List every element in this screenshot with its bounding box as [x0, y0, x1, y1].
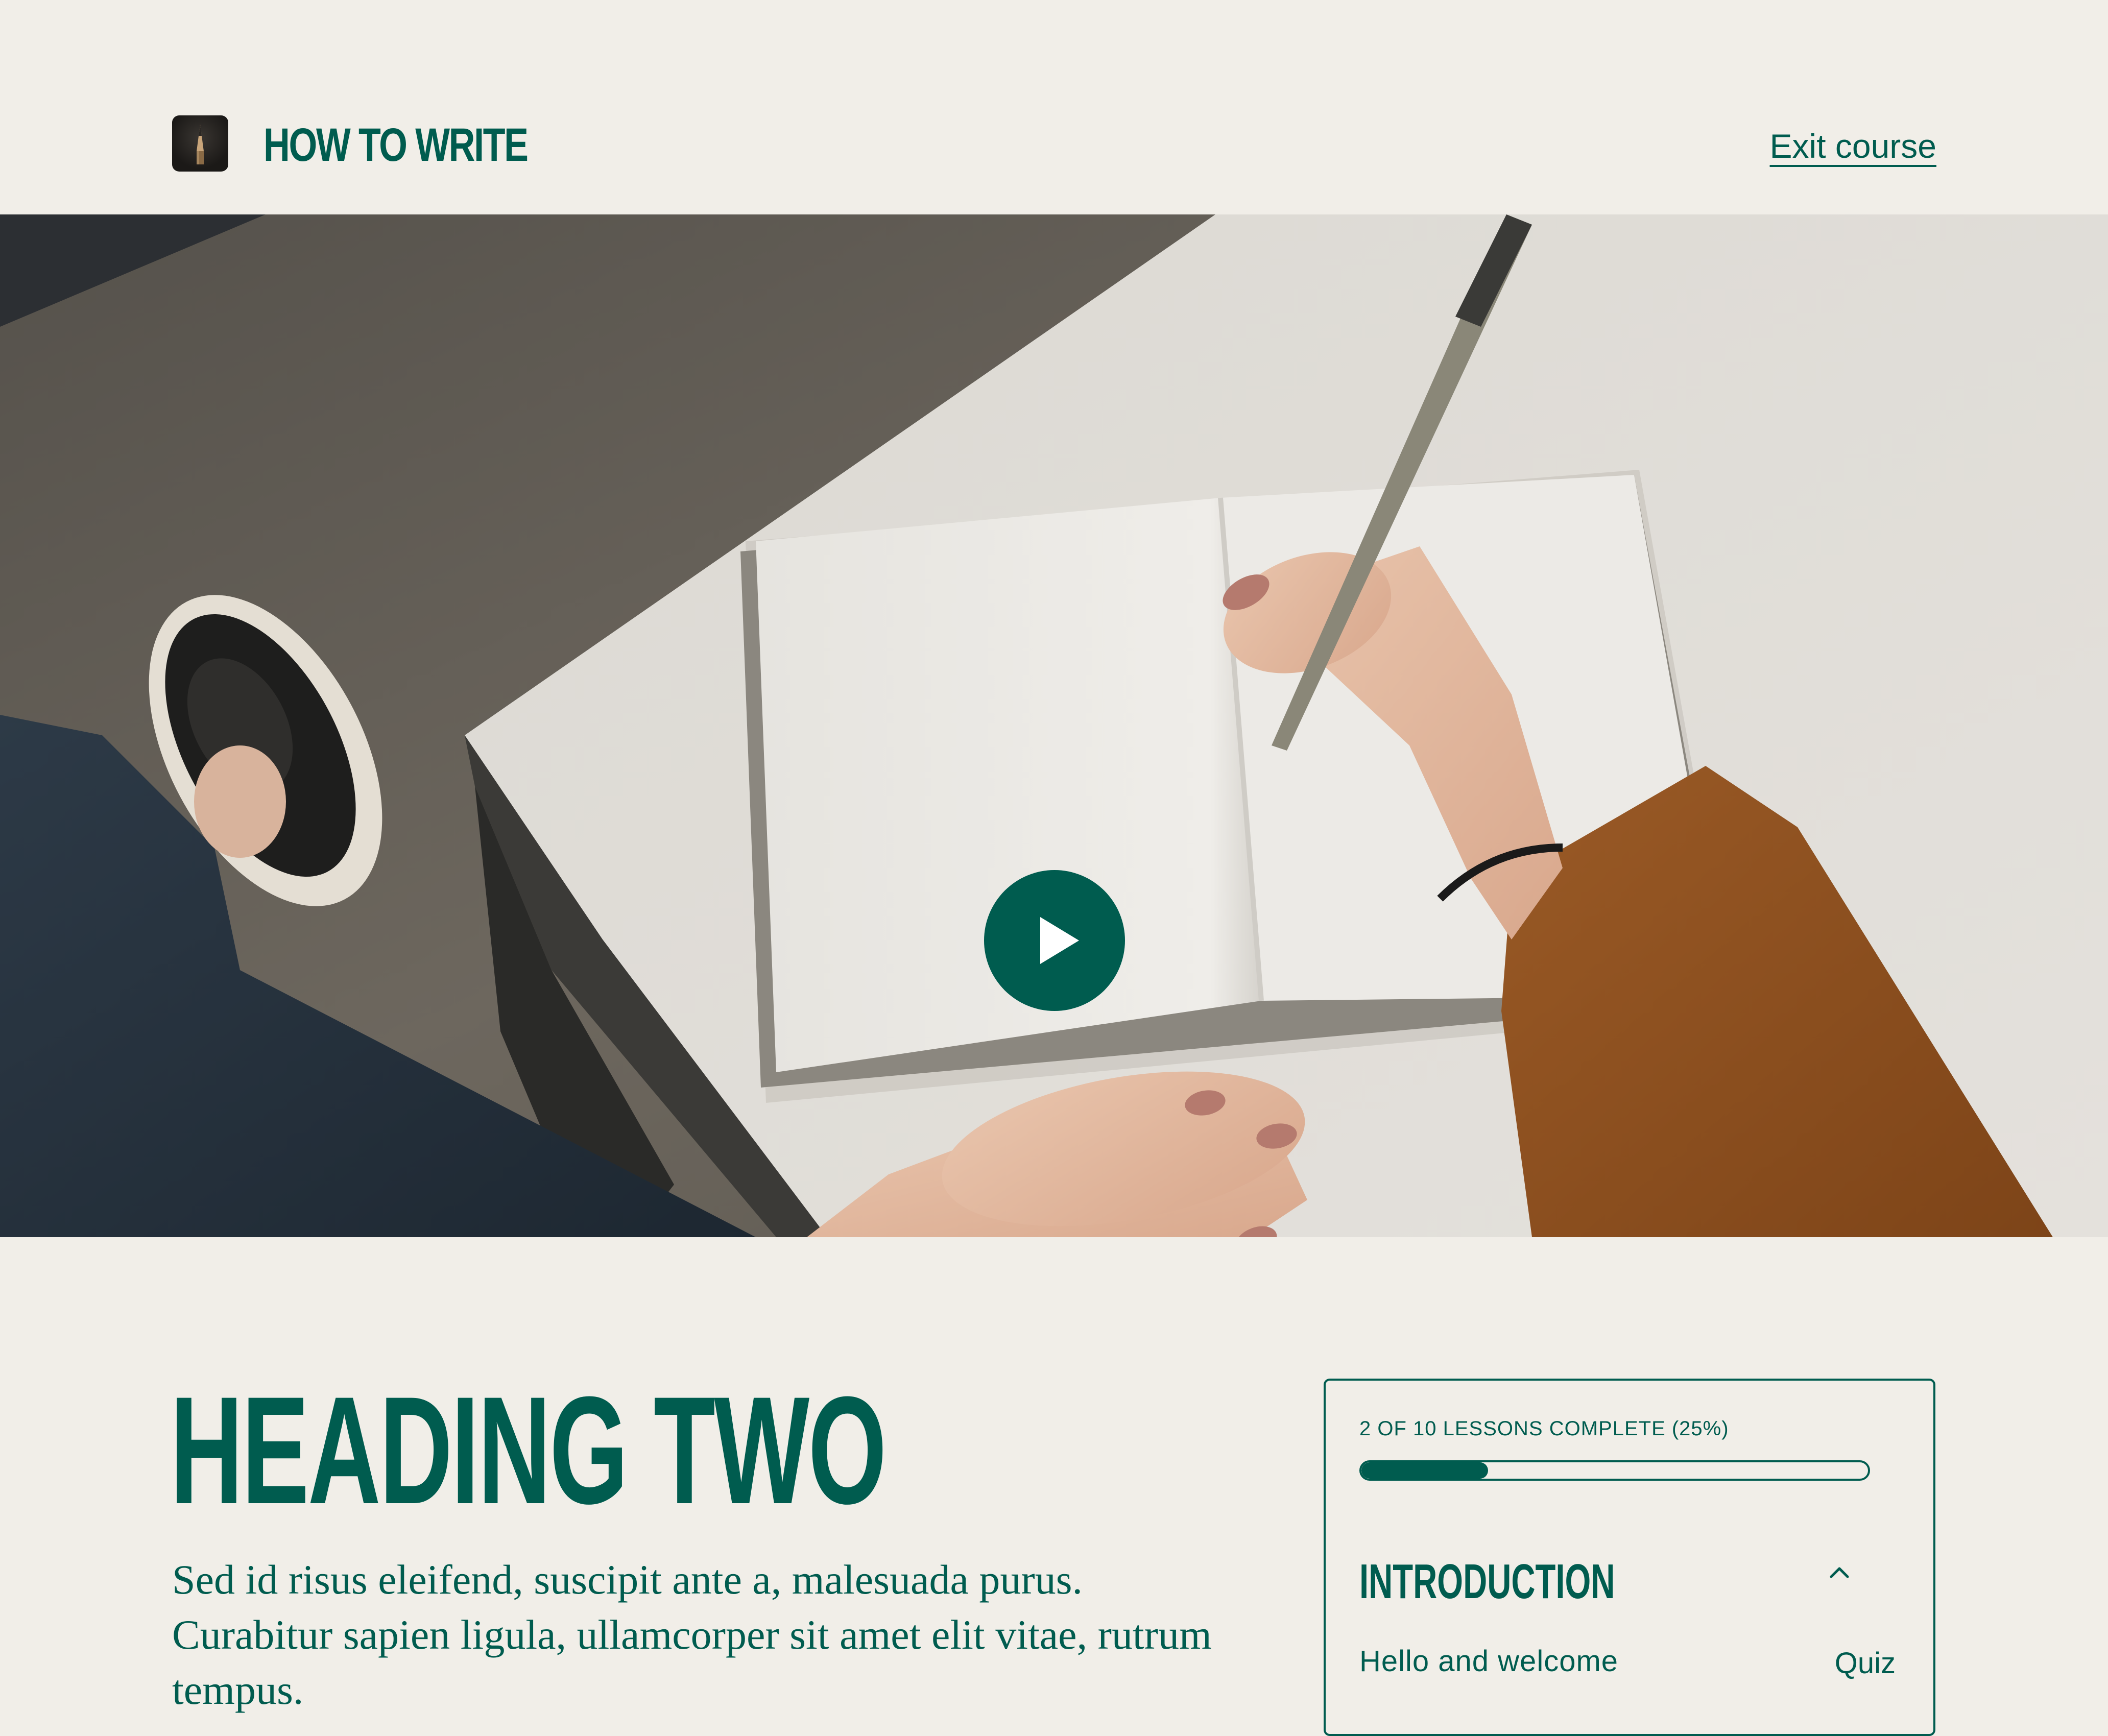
page-heading: HEADING TWO [170, 1364, 887, 1536]
exit-course-link[interactable]: Exit course [1770, 120, 1936, 172]
lesson-item[interactable]: Hello and welcome Quiz [1359, 1636, 1896, 1687]
pencil-logo-icon [172, 115, 228, 172]
progress-label: 2 OF 10 LESSONS COMPLETE (25%) [1359, 1417, 1729, 1440]
lesson-description: Sed id risus eleifend, suscipit ante a, … [172, 1556, 1212, 1713]
section-title-introduction: INTRODUCTION [1359, 1554, 1615, 1609]
video-thumbnail [0, 214, 2108, 1237]
lesson-type-label: Quiz [1834, 1647, 1896, 1680]
course-header: HOW TO WRITE Exit course [0, 0, 2108, 214]
lesson-title: Hello and welcome [1359, 1645, 1619, 1678]
play-icon [1040, 917, 1079, 964]
progress-bar-fill [1361, 1462, 1488, 1479]
course-title: HOW TO WRITE [264, 119, 529, 171]
progress-bar [1359, 1460, 1870, 1481]
course-progress-panel: 2 OF 10 LESSONS COMPLETE (25%) INTRODUCT… [1324, 1379, 1935, 1736]
play-button[interactable] [984, 870, 1125, 1011]
section-collapse-toggle[interactable] [1819, 1552, 1860, 1593]
chevron-up-icon [1830, 1567, 1849, 1578]
video-hero[interactable] [0, 214, 2108, 1237]
